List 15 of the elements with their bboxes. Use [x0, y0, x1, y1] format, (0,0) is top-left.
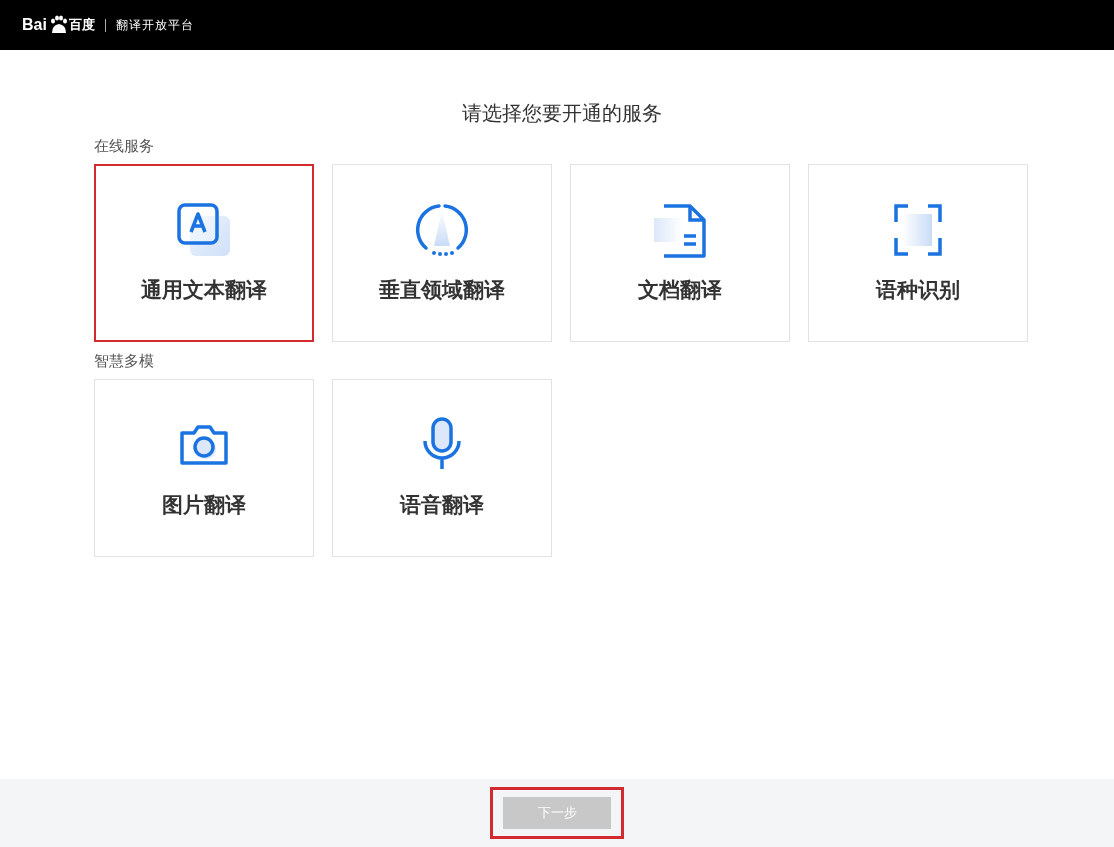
service-card[interactable]: 语音翻译	[332, 379, 552, 557]
service-card[interactable]: 图片翻译	[94, 379, 314, 557]
page-title: 请选择您要开通的服务	[461, 100, 663, 127]
service-card[interactable]: 语种识别	[808, 164, 1028, 342]
service-card[interactable]: 文档翻译	[570, 164, 790, 342]
logo-text: 百度	[68, 16, 95, 34]
document-icon	[652, 202, 708, 258]
product-name: 翻译开放平台	[115, 16, 194, 34]
service-card[interactable]: 垂直领域翻译	[332, 164, 552, 342]
section-label: 智慧多模	[94, 352, 155, 371]
letter-a-icon	[176, 202, 232, 258]
compass-icon	[414, 202, 470, 258]
logo-text: Bai	[22, 16, 47, 34]
service-card[interactable]: 通用文本翻译	[94, 164, 314, 342]
section-label: 在线服务	[94, 137, 155, 156]
